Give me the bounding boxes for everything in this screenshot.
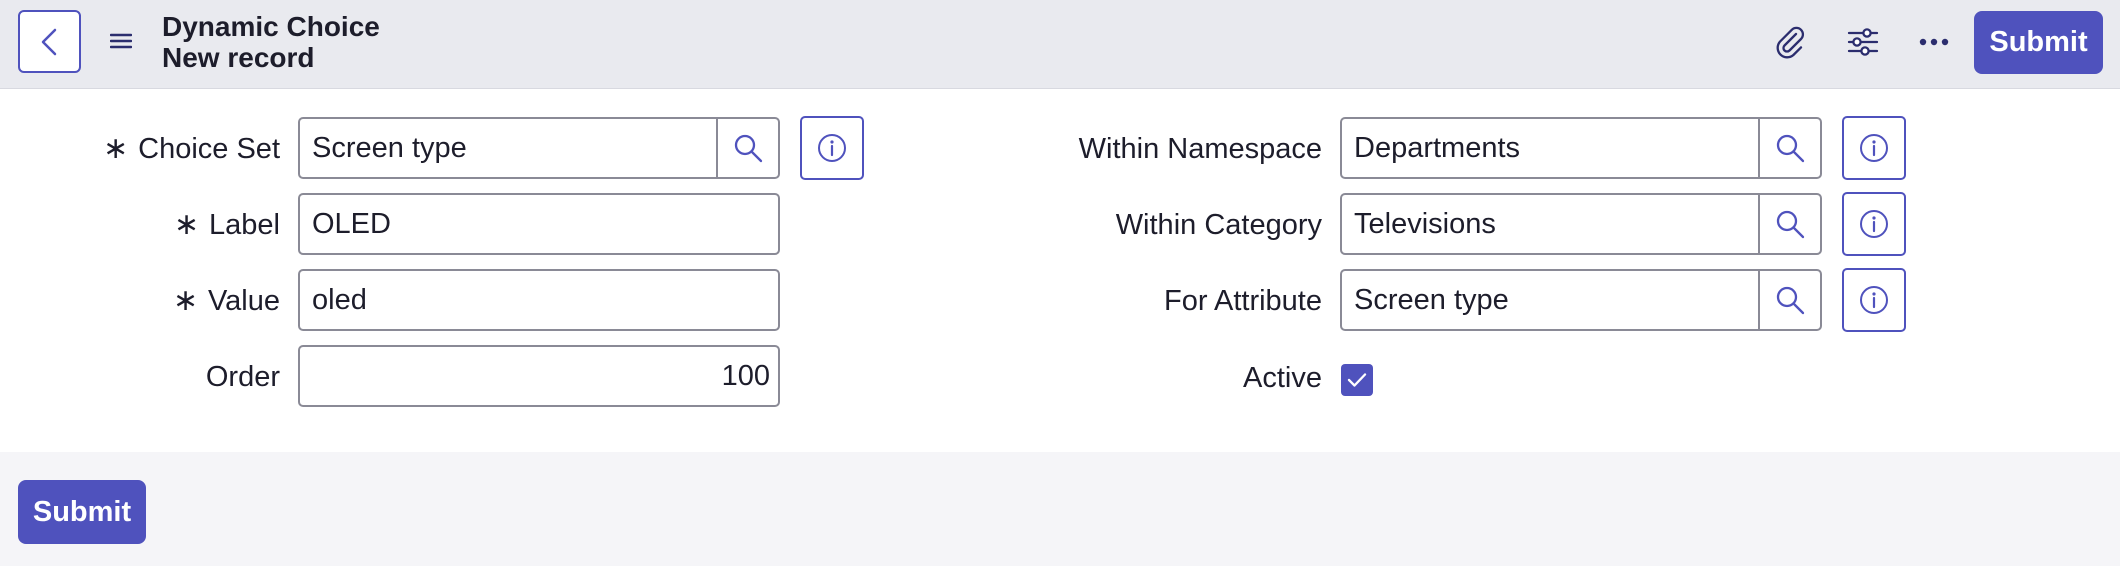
for-attribute-lookup-button[interactable]: [1758, 271, 1820, 329]
search-icon: [734, 134, 763, 163]
info-icon: [1860, 210, 1888, 238]
active-checkbox[interactable]: [1341, 364, 1373, 396]
choice-set-lookup-button[interactable]: [716, 119, 778, 177]
within-namespace-info-button[interactable]: [1842, 116, 1906, 180]
within-category-input[interactable]: [1342, 195, 1758, 253]
info-icon: [818, 134, 846, 162]
choice-set-label: ∗ Choice Set: [103, 132, 280, 165]
chevron-left-icon: [41, 28, 56, 55]
for-attribute-info-button[interactable]: [1842, 268, 1906, 332]
choice-set-input[interactable]: [300, 119, 716, 177]
search-icon: [1776, 210, 1805, 239]
choice-set-field: [298, 117, 780, 179]
submit-button-footer[interactable]: Submit: [18, 480, 146, 544]
within-category-lookup-button[interactable]: [1758, 195, 1820, 253]
checkmark-icon: [1347, 373, 1367, 387]
menu-button[interactable]: [106, 26, 136, 56]
more-options-button[interactable]: [1914, 22, 1954, 62]
search-icon: [1776, 286, 1805, 315]
form-title: Dynamic Choice: [162, 11, 380, 42]
personalize-button[interactable]: [1843, 22, 1883, 62]
within-namespace-field: [1340, 117, 1822, 179]
required-marker: ∗: [103, 132, 129, 165]
value-field: [298, 269, 780, 331]
label-field-label: ∗ Label: [173, 208, 280, 241]
required-marker: ∗: [172, 284, 198, 317]
sliders-icon: [1847, 28, 1879, 56]
within-category-field: [1340, 193, 1822, 255]
label-field: [298, 193, 780, 255]
label-input[interactable]: [300, 195, 778, 253]
for-attribute-label: For Attribute: [1164, 285, 1322, 317]
value-field-label: ∗ Value: [172, 284, 280, 317]
submit-button-header[interactable]: Submit: [1974, 11, 2103, 74]
choice-set-info-button[interactable]: [800, 116, 864, 180]
form-subtitle: New record: [162, 42, 315, 73]
for-attribute-input[interactable]: [1342, 271, 1758, 329]
paperclip-icon: [1776, 26, 1804, 59]
active-label: Active: [1243, 362, 1322, 394]
within-category-label: Within Category: [1115, 209, 1322, 241]
within-namespace-input[interactable]: [1342, 119, 1758, 177]
attachment-button[interactable]: [1770, 22, 1810, 62]
order-field: [298, 345, 780, 407]
value-input[interactable]: [300, 271, 778, 329]
within-namespace-label: Within Namespace: [1078, 133, 1322, 165]
within-category-info-button[interactable]: [1842, 192, 1906, 256]
within-namespace-lookup-button[interactable]: [1758, 119, 1820, 177]
for-attribute-field: [1340, 269, 1822, 331]
hamburger-menu-icon: [110, 33, 132, 49]
page-title: Dynamic Choice New record: [162, 11, 380, 73]
form-header: Dynamic Choice New record Submit: [0, 0, 2120, 89]
order-field-label: Order: [205, 361, 280, 393]
info-icon: [1860, 286, 1888, 314]
required-marker: ∗: [173, 208, 200, 241]
search-icon: [1776, 134, 1805, 163]
more-icon: [1919, 38, 1949, 46]
back-button[interactable]: [18, 10, 81, 73]
info-icon: [1860, 134, 1888, 162]
order-input[interactable]: [300, 347, 778, 405]
